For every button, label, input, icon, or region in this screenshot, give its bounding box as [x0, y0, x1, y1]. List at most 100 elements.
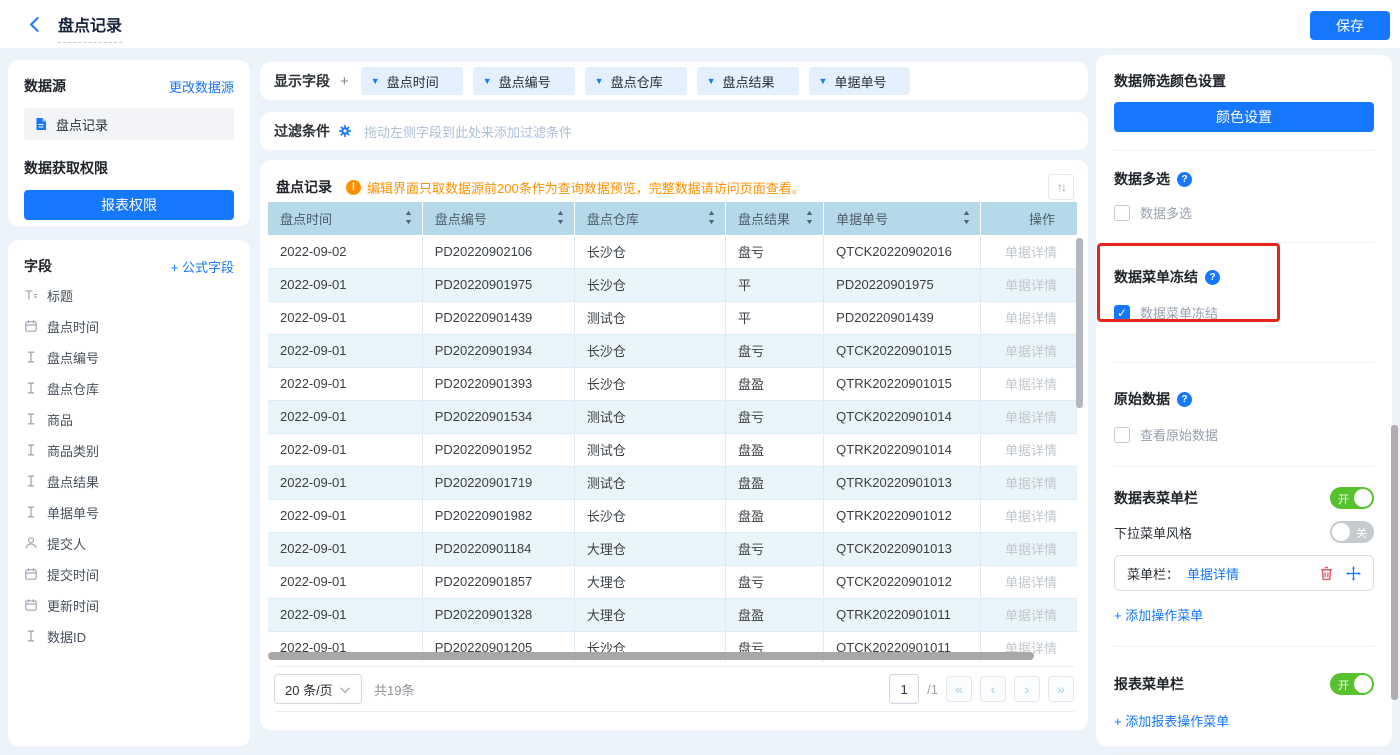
filter-dropzone-placeholder[interactable]: 拖动左侧字段到此处来添加过滤条件 [364, 122, 572, 141]
permission-heading: 数据获取权限 [24, 158, 234, 178]
help-icon[interactable]: ? [1177, 392, 1192, 407]
table-cell: QTCK20220901015 [824, 334, 981, 367]
table-cell: PD20220901328 [422, 598, 574, 631]
sort-icon[interactable]: ▲▼ [708, 209, 715, 227]
last-page-icon[interactable]: » [1048, 676, 1074, 702]
dropdown-style-label: 下拉菜单风格 [1114, 523, 1192, 542]
checkbox-unchecked-icon[interactable] [1114, 205, 1130, 221]
add-action-menu-link[interactable]: + 添加操作菜单 [1114, 605, 1374, 624]
first-page-icon[interactable]: « [946, 676, 972, 702]
display-field-chip[interactable]: ▼盘点结果 [697, 67, 799, 95]
field-item[interactable]: 更新时间 [24, 594, 234, 616]
report-menu-toggle[interactable]: 开 [1330, 673, 1374, 695]
menu-item-value-link[interactable]: 单据详情 [1187, 564, 1239, 583]
display-field-chip[interactable]: ▼盘点编号 [473, 67, 575, 95]
display-field-chip[interactable]: ▼单据单号 [809, 67, 911, 95]
table-cell: 盘盈 [726, 367, 824, 400]
sort-icon[interactable]: ▲▼ [806, 209, 813, 227]
field-item[interactable]: 盘点时间 [24, 315, 234, 337]
move-icon[interactable] [1346, 566, 1361, 581]
field-item[interactable]: 数据ID [24, 625, 234, 647]
table-cell: 盘盈 [726, 499, 824, 532]
field-item[interactable]: 商品 [24, 408, 234, 430]
doc-detail-link[interactable]: 单据详情 [981, 532, 1077, 565]
help-icon[interactable]: ? [1177, 172, 1192, 187]
column-header[interactable]: 盘点时间▲▼ [268, 202, 422, 235]
field-item[interactable]: 提交时间 [24, 563, 234, 585]
table-vertical-scrollbar[interactable] [1076, 238, 1083, 408]
display-field-chip[interactable]: ▼盘点时间 [361, 67, 463, 95]
change-datasource-link[interactable]: 更改数据源 [169, 77, 234, 96]
trash-icon[interactable] [1319, 566, 1334, 581]
doc-detail-link[interactable]: 单据详情 [981, 466, 1077, 499]
formula-field-link[interactable]: + 公式字段 [171, 257, 234, 276]
field-item[interactable]: 盘点编号 [24, 346, 234, 368]
doc-detail-link[interactable]: 单据详情 [981, 433, 1077, 466]
field-item[interactable]: 提交人 [24, 532, 234, 554]
column-header[interactable]: 操作 [981, 202, 1077, 235]
raw-data-checkbox[interactable]: 查看原始数据 [1114, 425, 1374, 444]
table-cell: QTRK20220901011 [824, 598, 981, 631]
dropdown-style-toggle[interactable]: 关 [1330, 521, 1374, 543]
doc-detail-link[interactable]: 单据详情 [981, 268, 1077, 301]
page-vertical-scrollbar[interactable] [1391, 425, 1398, 700]
table-horizontal-scrollbar[interactable] [268, 652, 1034, 660]
field-list: 标题盘点时间盘点编号盘点仓库商品商品类别盘点结果单据单号提交人提交时间更新时间数… [24, 284, 234, 647]
field-item[interactable]: 标题 [24, 284, 234, 306]
help-icon[interactable]: ? [1205, 270, 1220, 285]
column-header[interactable]: 盘点结果▲▼ [726, 202, 824, 235]
save-button[interactable]: 保存 [1310, 11, 1390, 40]
field-item[interactable]: 商品类别 [24, 439, 234, 461]
field-item[interactable]: 单据单号 [24, 501, 234, 523]
page-title: 盘点记录 [58, 12, 122, 43]
doc-detail-link[interactable]: 单据详情 [981, 301, 1077, 334]
sort-icon[interactable]: ▲▼ [963, 209, 970, 227]
table-cell: PD20220901975 [422, 268, 574, 301]
multi-select-checkbox[interactable]: 数据多选 [1114, 203, 1374, 222]
column-header-label: 盘点仓库 [587, 212, 639, 227]
doc-detail-link[interactable]: 单据详情 [981, 400, 1077, 433]
text-icon [24, 381, 38, 395]
field-item[interactable]: 盘点仓库 [24, 377, 234, 399]
column-header[interactable]: 单据单号▲▼ [824, 202, 981, 235]
display-field-chip[interactable]: ▼盘点仓库 [585, 67, 687, 95]
color-setting-button[interactable]: 颜色设置 [1114, 102, 1374, 132]
menu-bar-item[interactable]: 菜单栏： 单据详情 [1114, 555, 1374, 591]
back-icon[interactable] [30, 17, 46, 33]
table-cell: 大理仓 [574, 532, 725, 565]
table-cell: 长沙仓 [574, 499, 725, 532]
menu-freeze-checkbox[interactable]: ✓ 数据菜单冻结 [1114, 303, 1374, 322]
multi-select-heading: 数据多选 [1114, 169, 1170, 189]
table-cell: 测试仓 [574, 301, 725, 334]
checkbox-checked-icon[interactable]: ✓ [1114, 305, 1130, 321]
sort-order-icon[interactable]: ↑↓ [1048, 174, 1074, 200]
sort-icon[interactable]: ▲▼ [405, 209, 412, 227]
datasource-item[interactable]: 盘点记录 [24, 108, 234, 140]
prev-page-icon[interactable]: ‹ [980, 676, 1006, 702]
doc-detail-link[interactable]: 单据详情 [981, 235, 1077, 268]
doc-detail-link[interactable]: 单据详情 [981, 334, 1077, 367]
next-page-icon[interactable]: › [1014, 676, 1040, 702]
doc-detail-link[interactable]: 单据详情 [981, 499, 1077, 532]
doc-detail-link[interactable]: 单据详情 [981, 367, 1077, 400]
column-header[interactable]: 盘点编号▲▼ [422, 202, 574, 235]
add-display-field-icon[interactable]: + [340, 73, 349, 90]
doc-detail-link[interactable]: 单据详情 [981, 598, 1077, 631]
report-permission-button[interactable]: 报表权限 [24, 190, 234, 220]
column-header[interactable]: 盘点仓库 ▲▼ [574, 202, 725, 235]
table-row: 2022-09-01PD20220901719测试仓盘盈QTRK20220901… [268, 466, 1077, 499]
field-label: 提交人 [47, 534, 86, 553]
table-scroll-area[interactable]: 盘点时间▲▼盘点编号▲▼盘点仓库▲▼盘点结果▲▼单据单号▲▼操作 2022-09… [268, 202, 1080, 662]
field-item[interactable]: 盘点结果 [24, 470, 234, 492]
page-size-select[interactable]: 20 条/页 [274, 674, 362, 704]
doc-detail-link[interactable]: 单据详情 [981, 565, 1077, 598]
gear-icon[interactable] [338, 124, 352, 138]
table-cell: 盘亏 [726, 565, 824, 598]
add-report-menu-link[interactable]: + 添加报表操作菜单 [1114, 711, 1374, 730]
field-label: 提交时间 [47, 565, 99, 584]
table-menu-toggle[interactable]: 开 [1330, 487, 1374, 509]
page-number-input[interactable]: 1 [889, 674, 919, 704]
sort-icon[interactable]: ▲▼ [557, 209, 564, 227]
table-cell: QTCK20220901012 [824, 565, 981, 598]
checkbox-unchecked-icon[interactable] [1114, 427, 1130, 443]
